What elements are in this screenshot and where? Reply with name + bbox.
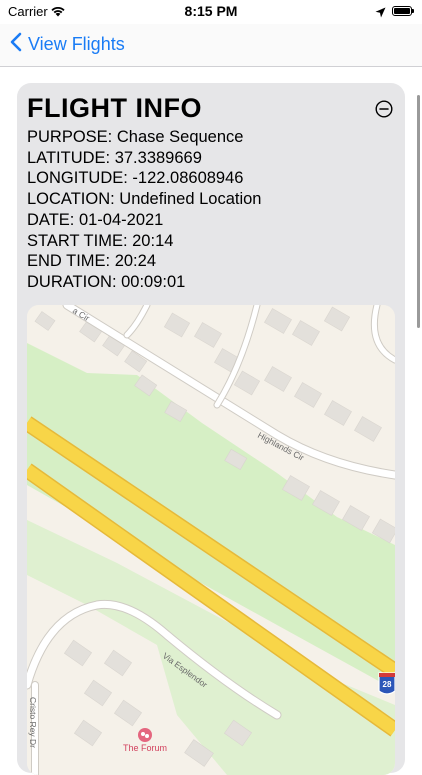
flight-map[interactable]: a Cir Highlands Cir Via Esplendor Cristo…	[27, 305, 395, 775]
start-time-text: START TIME: 20:14	[27, 231, 174, 250]
flight-details: PURPOSE: Chase Sequence LATITUDE: 37.338…	[27, 127, 261, 293]
battery-icon	[392, 6, 414, 16]
scroll-indicator[interactable]	[417, 95, 420, 328]
status-bar: Carrier 8:15 PM	[0, 0, 422, 24]
road-label-cristo: Cristo Rey Dr	[28, 697, 38, 748]
theater-icon[interactable]	[138, 728, 152, 742]
location-text: LOCATION: Undefined Location	[27, 190, 262, 209]
date-text: DATE: 01-04-2021	[27, 210, 164, 229]
flight-info-title: FLIGHT INFO	[27, 93, 202, 123]
chevron-left-icon	[10, 32, 22, 57]
end-time-text: END TIME: 20:24	[27, 252, 156, 271]
navigation-bar: View Flights	[0, 24, 422, 67]
latitude-text: LATITUDE: 37.3389669	[27, 148, 202, 167]
highway-shield: 28	[378, 672, 395, 695]
purpose-text: PURPOSE: Chase Sequence	[27, 128, 244, 146]
poi-label: The Forum	[123, 743, 167, 753]
location-arrow-icon	[375, 5, 386, 23]
duration-text: DURATION: 00:09:01	[27, 272, 186, 291]
flight-info-card: FLIGHT INFO PURPOSE: Chase Sequence LATI…	[17, 83, 405, 775]
minus-circle-icon	[375, 100, 393, 122]
back-button-label: View Flights	[28, 33, 125, 54]
back-button[interactable]: View Flights	[10, 30, 125, 58]
collapse-button[interactable]	[375, 100, 393, 118]
longitude-text: LONGITUDE: -122.08608946	[27, 169, 244, 188]
highway-shield-number: 28	[383, 680, 392, 689]
status-time: 8:15 PM	[184, 3, 238, 19]
